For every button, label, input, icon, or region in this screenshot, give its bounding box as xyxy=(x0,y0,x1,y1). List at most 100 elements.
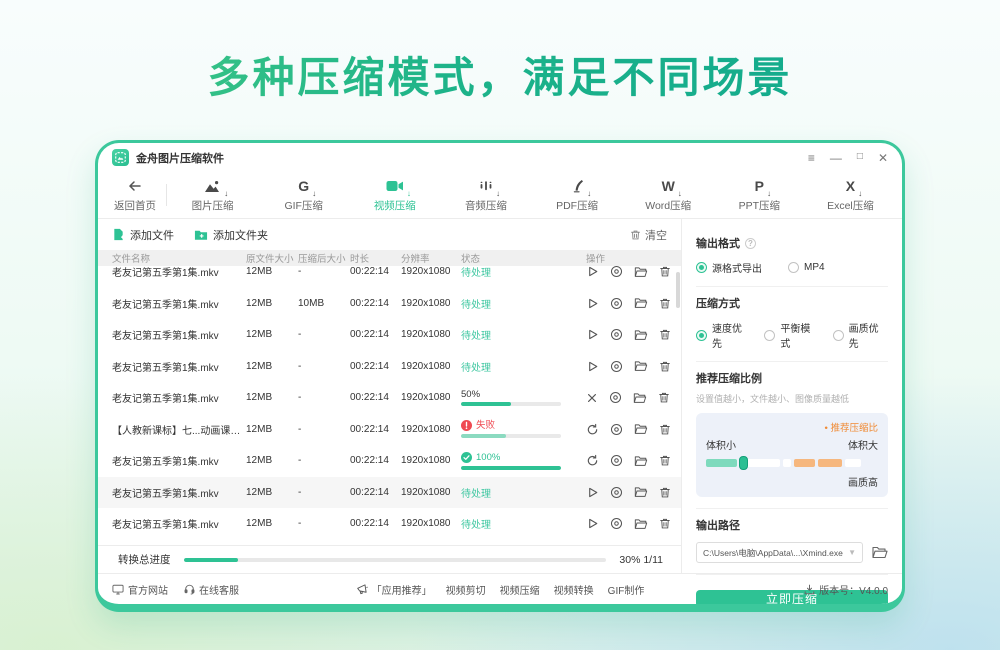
output-format-radio[interactable]: 源格式导出 xyxy=(696,260,762,275)
folder-icon[interactable] xyxy=(634,297,648,309)
trash-icon[interactable] xyxy=(659,517,671,530)
footer-link[interactable]: 视频压缩 xyxy=(500,582,540,597)
output-format-radio-label: 源格式导出 xyxy=(712,260,762,275)
slider-handle[interactable] xyxy=(739,456,748,470)
duration: 00:22:14 xyxy=(350,424,401,435)
disc-icon[interactable] xyxy=(610,297,623,310)
tab-ppt[interactable]: P↓PPT压缩 xyxy=(714,172,805,218)
retry-icon[interactable] xyxy=(586,454,599,467)
monitor-icon xyxy=(112,584,124,595)
footer-link[interactable]: 官方网站 xyxy=(112,582,168,597)
table-row: 老友记第五季第1集.mkv12MB10MB00:22:141920x1080待处… xyxy=(98,288,681,320)
disc-icon[interactable] xyxy=(610,360,623,373)
footer-link[interactable]: GIF制作 xyxy=(608,582,645,597)
clear-button[interactable]: 清空 xyxy=(630,227,667,243)
disc-icon[interactable] xyxy=(610,454,623,467)
disc-icon[interactable] xyxy=(610,486,623,499)
duration: 00:22:14 xyxy=(350,361,401,372)
disc-icon[interactable] xyxy=(610,423,623,436)
tab-audio[interactable]: ↓音频压缩 xyxy=(440,172,531,218)
menu-icon[interactable]: ≡ xyxy=(808,152,815,164)
folder-icon[interactable] xyxy=(634,455,648,467)
clear-label: 清空 xyxy=(645,227,667,243)
chevron-down-icon: ▼ xyxy=(848,548,856,557)
status-progressbar xyxy=(461,466,561,470)
browse-folder-icon[interactable] xyxy=(872,546,888,559)
output-path-value: C:\Users\电脑\AppData\...\Xmind.exe xyxy=(703,547,844,559)
retry-icon[interactable] xyxy=(586,423,599,436)
file-list-area: 添加文件 添加文件夹 清空 文件名称 原文件大小 压缩后大小 时长 分辨率 xyxy=(98,219,681,573)
folder-icon[interactable] xyxy=(634,266,648,278)
output-path-select[interactable]: C:\Users\电脑\AppData\...\Xmind.exe ▼ xyxy=(696,542,863,563)
play-icon[interactable] xyxy=(586,328,599,341)
duration: 00:22:14 xyxy=(350,455,401,466)
file-name: 老友记第五季第1集.mkv xyxy=(98,453,246,468)
tab-back[interactable]: 返回首页 xyxy=(104,172,166,218)
ratio-title: 推荐压缩比例 xyxy=(696,370,762,386)
add-folder-button[interactable]: 添加文件夹 xyxy=(194,227,268,243)
play-icon[interactable] xyxy=(586,297,599,310)
gif-icon: G↓ xyxy=(298,177,309,195)
resolution: 1920x1080 xyxy=(401,518,461,529)
trash-icon[interactable] xyxy=(659,266,671,278)
trash-icon[interactable] xyxy=(659,328,671,341)
disc-icon[interactable] xyxy=(609,391,622,404)
compress-mode-radio[interactable]: 速度优先 xyxy=(696,320,751,350)
tab-gif[interactable]: G↓GIF压缩 xyxy=(258,172,349,218)
duration: 00:22:14 xyxy=(350,266,401,277)
trash-icon[interactable] xyxy=(659,454,671,467)
minimize-icon[interactable]: — xyxy=(830,152,842,164)
trash-icon[interactable] xyxy=(659,486,671,499)
folder-icon[interactable] xyxy=(634,360,648,372)
slider-segment xyxy=(794,459,815,467)
trash-icon[interactable] xyxy=(658,391,670,404)
footer-link-label: 视频转换 xyxy=(554,582,594,597)
play-icon[interactable] xyxy=(586,517,599,530)
table-scrollbar[interactable] xyxy=(676,272,680,308)
row-actions xyxy=(586,486,681,499)
compressed-size: - xyxy=(298,487,350,498)
maximize-icon[interactable]: □ xyxy=(857,152,863,164)
folder-icon[interactable] xyxy=(634,423,648,435)
footer-link[interactable]: 视频转换 xyxy=(554,582,594,597)
table-row: 老友记第五季第1集.mkv12MB-00:22:141920x1080待处理 xyxy=(98,266,681,288)
play-icon[interactable] xyxy=(586,486,599,499)
close-icon[interactable]: ✕ xyxy=(878,152,888,164)
folder-icon[interactable] xyxy=(634,486,648,498)
ratio-slider[interactable] xyxy=(706,456,878,470)
footer-link[interactable]: 在线客服 xyxy=(184,582,239,597)
compress-mode-radio[interactable]: 平衡模式 xyxy=(764,320,819,350)
disc-icon[interactable] xyxy=(610,517,623,530)
app-logo-icon xyxy=(112,149,129,166)
footer-link[interactable]: 「应用推荐」 xyxy=(356,582,432,597)
file-name: 老友记第五季第1集.mkv xyxy=(98,485,246,500)
col-duration: 时长 xyxy=(350,251,401,265)
tab-pdf[interactable]: ↓PDF压缩 xyxy=(532,172,623,218)
folder-icon[interactable] xyxy=(633,392,647,404)
trash-icon[interactable] xyxy=(659,360,671,373)
status-progress-fill xyxy=(461,402,511,406)
play-icon[interactable] xyxy=(586,360,599,373)
play-icon[interactable] xyxy=(586,266,599,278)
close-icon[interactable] xyxy=(586,392,598,404)
compress-mode-radio[interactable]: 画质优先 xyxy=(833,320,888,350)
folder-icon[interactable] xyxy=(634,518,648,530)
add-file-button[interactable]: 添加文件 xyxy=(112,227,174,243)
tab-video[interactable]: ↓视频压缩 xyxy=(349,172,440,218)
original-size: 12MB xyxy=(246,424,298,435)
compress-mode-radio-label: 速度优先 xyxy=(712,320,751,350)
tab-label: Excel压缩 xyxy=(827,198,874,213)
status-progress-fill xyxy=(461,434,506,438)
trash-icon[interactable] xyxy=(659,423,671,436)
output-format-radio[interactable]: MP4 xyxy=(788,260,825,275)
row-actions xyxy=(586,391,681,404)
help-icon[interactable]: ? xyxy=(745,238,756,249)
tab-word[interactable]: W↓Word压缩 xyxy=(623,172,714,218)
trash-icon[interactable] xyxy=(659,297,671,310)
footer-link[interactable]: 视频剪切 xyxy=(446,582,486,597)
disc-icon[interactable] xyxy=(610,328,623,341)
disc-icon[interactable] xyxy=(610,266,623,278)
tab-image[interactable]: ↓图片压缩 xyxy=(167,172,258,218)
tab-excel[interactable]: X↓Excel压缩 xyxy=(805,172,896,218)
folder-icon[interactable] xyxy=(634,329,648,341)
